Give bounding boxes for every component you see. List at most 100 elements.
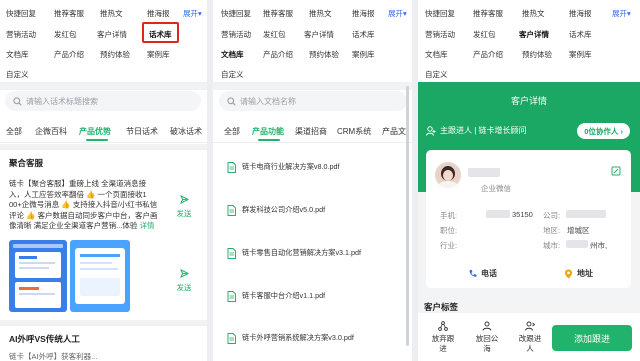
shortcut-poster[interactable]: 推海报 bbox=[147, 8, 170, 19]
user-icon bbox=[426, 125, 436, 136]
shortcut-customer-detail[interactable]: 客户详情 bbox=[519, 29, 549, 40]
scrollbar[interactable] bbox=[406, 86, 409, 346]
desc-line: 像清晰 满足企业全渠道客户营销 bbox=[9, 221, 117, 230]
tab-all[interactable]: 全部 bbox=[224, 126, 240, 137]
document-row[interactable]: 链卡零售自动化营销解决方案v3.1.pdf bbox=[227, 242, 396, 264]
promo-image[interactable] bbox=[9, 240, 67, 312]
desc-line: 00+企微号消息 👍 支持接入抖音/小红书私信 bbox=[9, 200, 158, 209]
shortcut-doc-library[interactable]: 文档库 bbox=[221, 49, 244, 60]
change-owner-button[interactable]: 改跟进 人 bbox=[515, 321, 545, 354]
detail-link[interactable]: 详情 bbox=[139, 221, 154, 230]
shortcut-campaign[interactable]: 营销活动 bbox=[221, 29, 251, 40]
shortcut-recommend-service[interactable]: 推荐客服 bbox=[473, 8, 503, 19]
document-row[interactable]: 链卡外呼营销系统解决方案v3.0.pdf bbox=[227, 327, 396, 349]
shortcut-doc-library[interactable]: 文档库 bbox=[6, 49, 29, 60]
shortcut-grid: 快捷回复 推荐客服 推热文 推海报 展开▾ 营销活动 发红包 客户详情 话术库 … bbox=[213, 0, 412, 82]
shortcut-quick-reply[interactable]: 快捷回复 bbox=[221, 8, 251, 19]
document-name: 链卡外呼营销系统解决方案v3.0.pdf bbox=[242, 333, 354, 342]
shortcut-custom[interactable]: 自定义 bbox=[6, 69, 29, 80]
shortcut-custom[interactable]: 自定义 bbox=[425, 69, 448, 80]
shortcut-book-demo[interactable]: 预约体验 bbox=[309, 49, 339, 60]
document-name: 链卡电商行业解决方案v8.0.pdf bbox=[242, 162, 340, 171]
edit-icon[interactable] bbox=[611, 166, 621, 176]
shortcut-phrase-library[interactable]: 话术库 bbox=[352, 29, 375, 40]
shortcut-hot-article[interactable]: 推热文 bbox=[522, 8, 545, 19]
phone-value: 35150 bbox=[512, 210, 533, 219]
send-button[interactable]: 发送 bbox=[172, 268, 196, 293]
send-button[interactable]: 发送 bbox=[172, 194, 196, 219]
address-button[interactable]: 地址 bbox=[564, 268, 593, 279]
shortcut-red-packet[interactable]: 发红包 bbox=[263, 29, 286, 40]
shortcut-doc-library[interactable]: 文档库 bbox=[425, 49, 448, 60]
shortcut-phrase-library[interactable]: 话术库 bbox=[569, 29, 592, 40]
tab-product-features[interactable]: 产品功能 bbox=[252, 126, 284, 137]
phone-action-label: 电话 bbox=[481, 269, 497, 278]
shortcut-custom[interactable]: 自定义 bbox=[221, 69, 244, 80]
tab-wecom-wiki[interactable]: 企微百科 bbox=[35, 126, 67, 137]
shortcut-red-packet[interactable]: 发红包 bbox=[54, 29, 77, 40]
document-icon bbox=[227, 204, 236, 216]
shortcut-book-demo[interactable]: 预约体验 bbox=[100, 49, 130, 60]
avatar[interactable] bbox=[435, 162, 461, 188]
shortcut-recommend-service[interactable]: 推荐客服 bbox=[263, 8, 293, 19]
section-title: AI外呼VS传统人工 bbox=[9, 334, 80, 344]
screenshot-stage: 快捷回复 推荐客服 推热文 推海报 展开▾ 营销活动 发红包 客户详情 话术库 … bbox=[0, 0, 640, 361]
document-library-panel: 快捷回复 推荐客服 推热文 推海报 展开▾ 营销活动 发红包 客户详情 话术库 … bbox=[213, 0, 412, 361]
document-row[interactable]: 群发科技公司介绍v5.0.pdf bbox=[227, 199, 396, 221]
shortcut-product-intro[interactable]: 产品介绍 bbox=[263, 49, 293, 60]
page-title: 客户详情 bbox=[510, 96, 547, 106]
shortcut-case-library[interactable]: 案例库 bbox=[147, 49, 170, 60]
add-follow-up-button[interactable]: 添加跟进 bbox=[552, 325, 632, 351]
document-row[interactable]: 链卡客服中台介绍v1.1.pdf bbox=[227, 285, 396, 307]
promo-image[interactable] bbox=[70, 240, 130, 312]
phrase-search-input[interactable]: 请输入话术标题搜索 bbox=[5, 91, 201, 111]
desc-line: 评论 👍 客户数据自动同步客户中台，客户画 bbox=[9, 210, 158, 220]
shortcut-book-demo[interactable]: 预约体验 bbox=[522, 49, 552, 60]
shortcut-grid: 快捷回复 推荐客服 推热文 推海报 展开▾ 营销活动 发红包 客户详情 话术库 … bbox=[418, 0, 640, 82]
divider-band bbox=[213, 82, 412, 90]
shortcut-product-intro[interactable]: 产品介绍 bbox=[54, 49, 84, 60]
change-owner-label: 人 bbox=[526, 344, 534, 353]
send-label: 发送 bbox=[176, 209, 192, 218]
shortcut-case-library[interactable]: 案例库 bbox=[569, 49, 592, 60]
phone-icon bbox=[469, 269, 477, 277]
tab-all[interactable]: 全部 bbox=[6, 126, 22, 137]
tab-holiday-phrases[interactable]: 节日话术 bbox=[126, 126, 158, 137]
document-name: 群发科技公司介绍v5.0.pdf bbox=[242, 205, 326, 214]
shortcut-hot-article[interactable]: 推热文 bbox=[309, 8, 332, 19]
shortcut-quick-reply[interactable]: 快捷回复 bbox=[6, 8, 36, 19]
shortcut-recommend-service[interactable]: 推荐客服 bbox=[54, 8, 84, 19]
tab-product-docs[interactable]: 产品文 bbox=[382, 126, 406, 137]
document-name: 链卡零售自动化营销解决方案v3.1.pdf bbox=[242, 248, 362, 257]
return-to-pool-button[interactable]: 放回公 海 bbox=[472, 321, 502, 354]
collaborators-button[interactable]: 0位协作人 › bbox=[577, 123, 630, 139]
release-follow-button[interactable]: 放弃跟 进 bbox=[428, 321, 458, 354]
owner-info: 主跟进人 | 链卡增长顾问 bbox=[426, 125, 527, 136]
tab-icebreaker-phrases[interactable]: 破冰话术 bbox=[170, 126, 202, 137]
document-row[interactable]: 链卡电商行业解决方案v8.0.pdf bbox=[227, 156, 396, 178]
shortcut-campaign[interactable]: 营销活动 bbox=[6, 29, 36, 40]
tab-product-advantage[interactable]: 产品优势 bbox=[79, 126, 111, 137]
shortcut-red-packet[interactable]: 发红包 bbox=[473, 29, 496, 40]
shortcut-product-intro[interactable]: 产品介绍 bbox=[473, 49, 503, 60]
expand-button[interactable]: 展开▾ bbox=[183, 8, 202, 19]
divider-band bbox=[0, 144, 207, 150]
document-icon bbox=[227, 247, 236, 259]
expand-button[interactable]: 展开▾ bbox=[388, 8, 407, 19]
shortcut-customer-detail[interactable]: 客户详情 bbox=[304, 29, 334, 40]
owner-label: 主跟进人 | 链卡增长顾问 bbox=[440, 126, 527, 135]
tab-channel-recruitment[interactable]: 渠道招商 bbox=[295, 126, 327, 137]
shortcut-poster[interactable]: 推海报 bbox=[569, 8, 592, 19]
expand-button[interactable]: 展开▾ bbox=[612, 8, 631, 19]
shortcut-hot-article[interactable]: 推热文 bbox=[100, 8, 123, 19]
region-label: 地区: bbox=[543, 226, 561, 235]
shortcut-poster[interactable]: 推海报 bbox=[352, 8, 375, 19]
shortcut-campaign[interactable]: 营销活动 bbox=[425, 29, 455, 40]
shortcut-grid: 快捷回复 推荐客服 推热文 推海报 展开▾ 营销活动 发红包 客户详情 话术库 … bbox=[0, 0, 207, 82]
shortcut-customer-detail[interactable]: 客户详情 bbox=[97, 29, 127, 40]
tab-crm-system[interactable]: CRM系统 bbox=[337, 126, 371, 137]
shortcut-quick-reply[interactable]: 快捷回复 bbox=[425, 8, 455, 19]
shortcut-case-library[interactable]: 案例库 bbox=[352, 49, 375, 60]
document-search-input[interactable]: 请输入文档名称 bbox=[219, 91, 407, 111]
phone-button[interactable]: 电话 bbox=[468, 268, 497, 279]
